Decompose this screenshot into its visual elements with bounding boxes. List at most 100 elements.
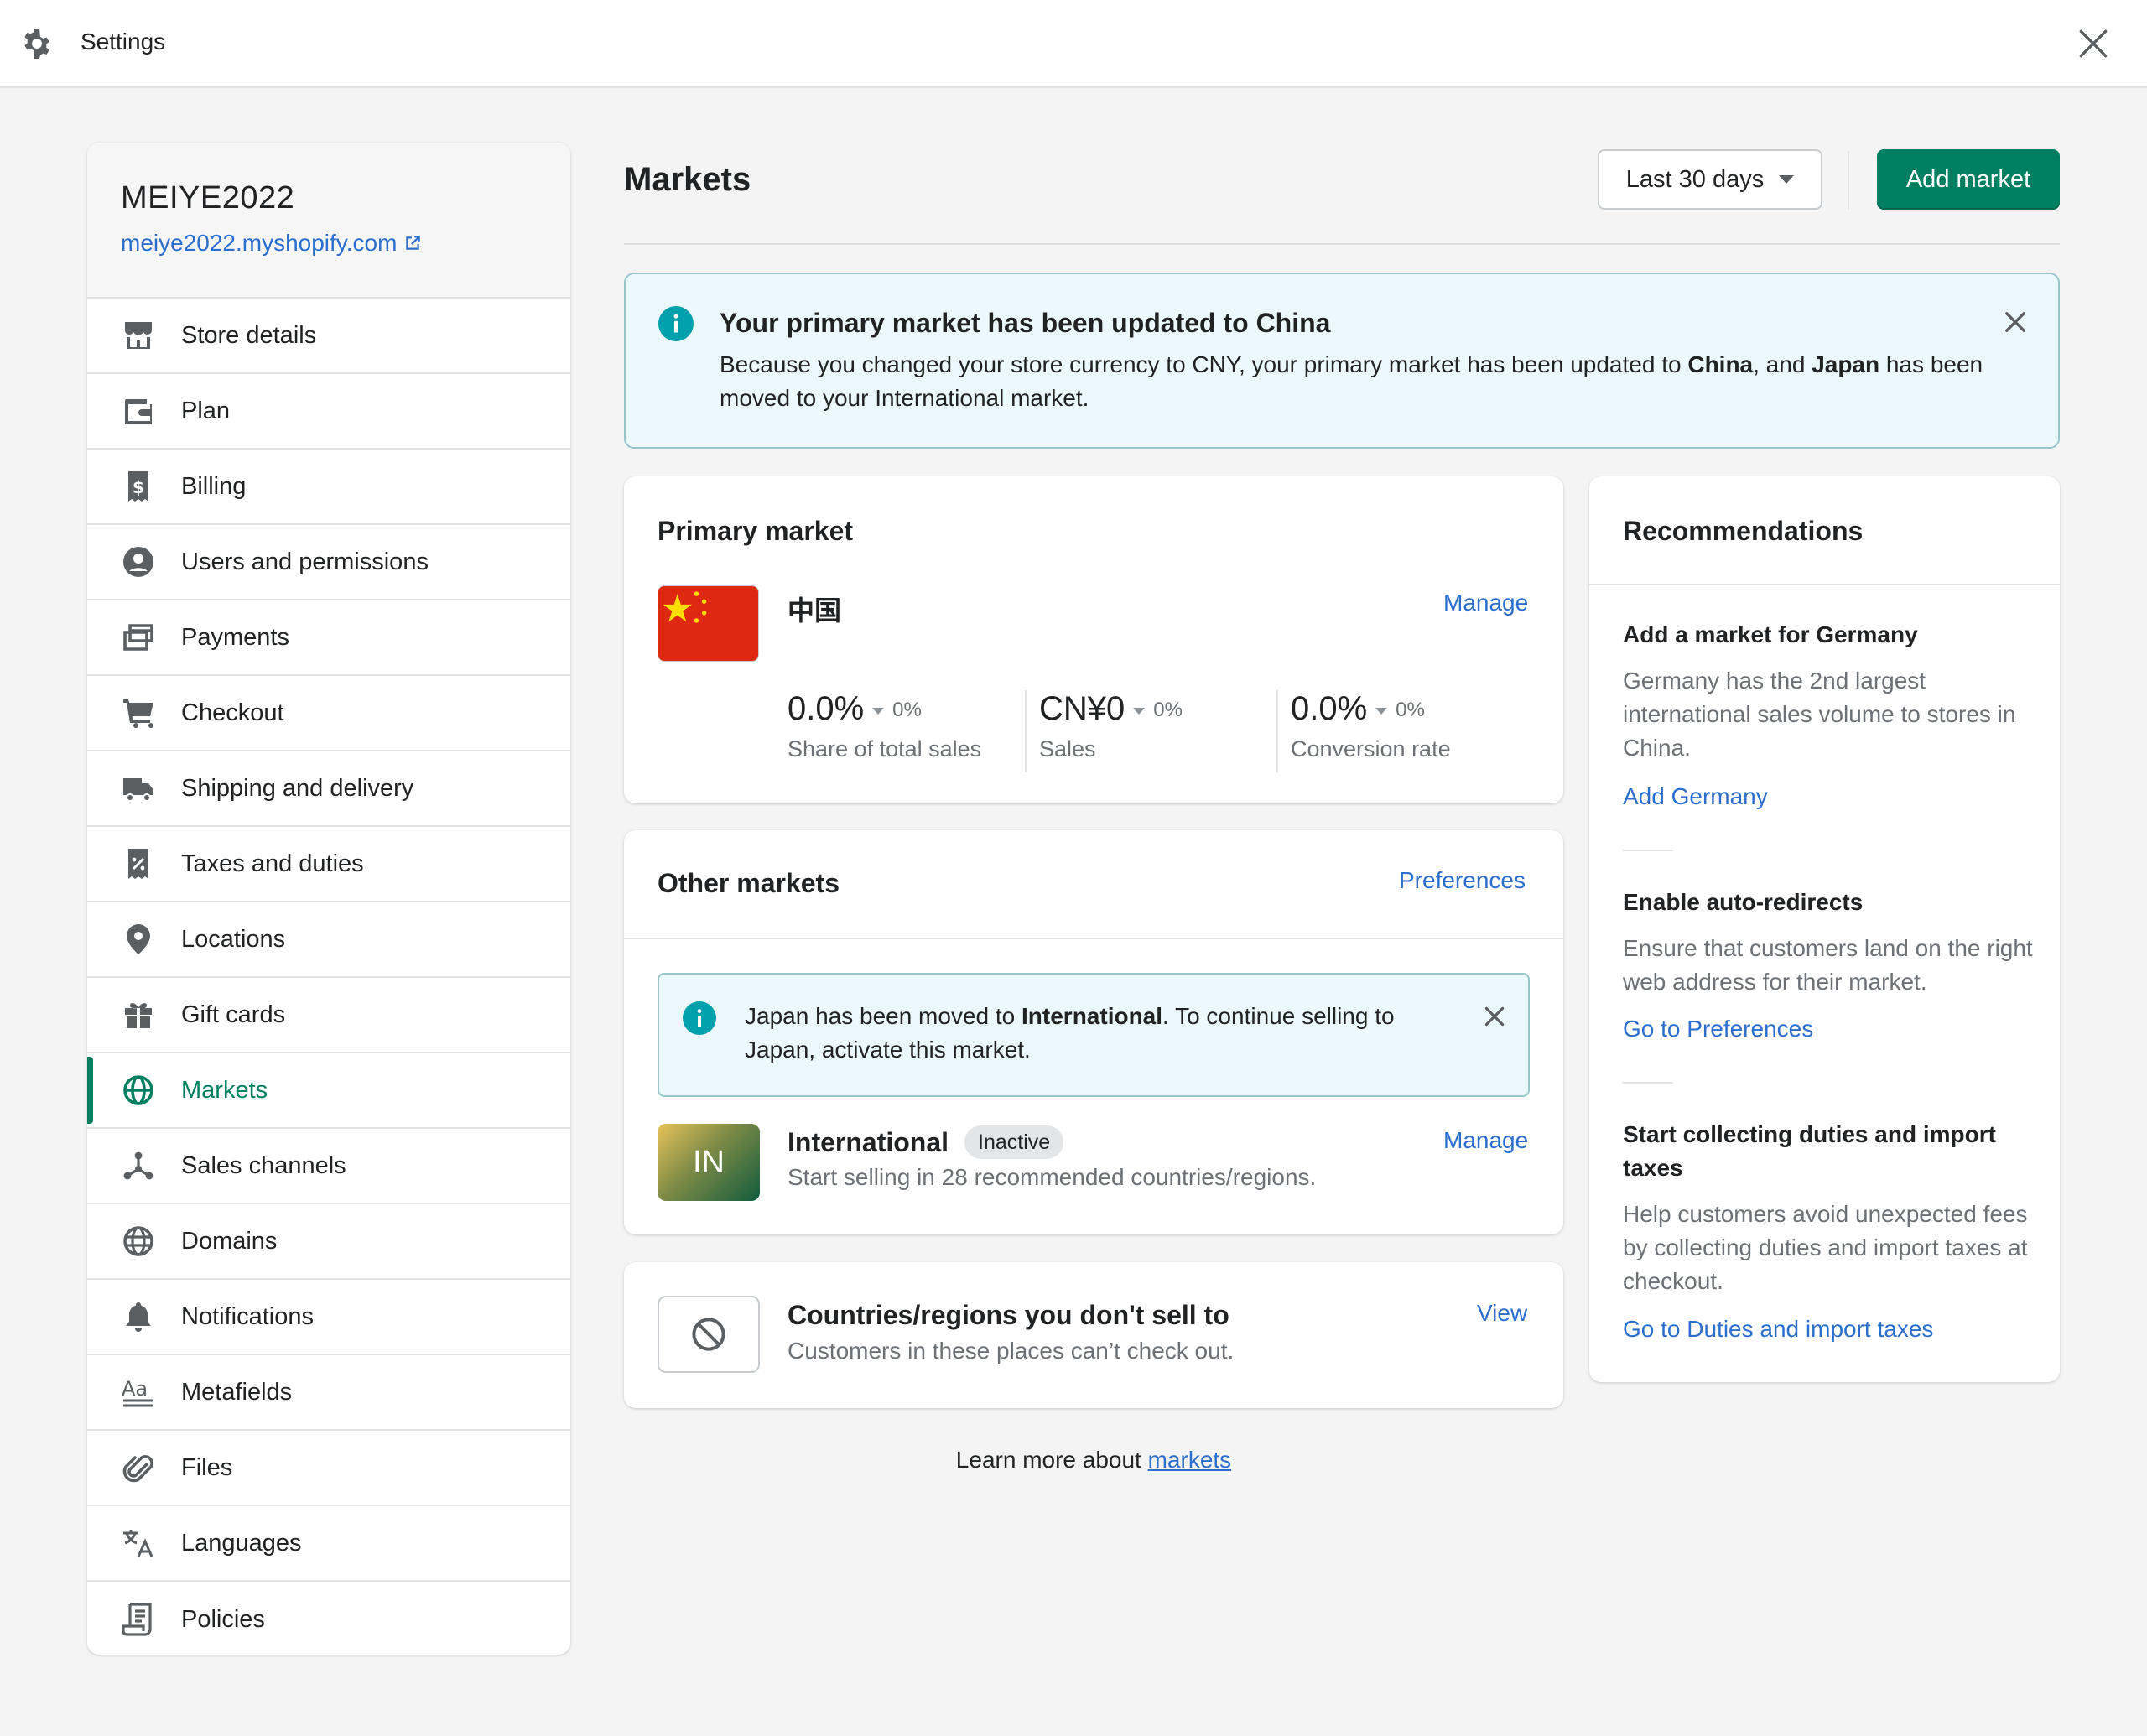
- metric-change: 0%: [1375, 699, 1425, 722]
- sidebar-item-shipping[interactable]: Shipping and delivery: [87, 751, 570, 827]
- primary-market-name: 中国: [788, 595, 842, 626]
- sidebar-item-users[interactable]: Users and permissions: [87, 525, 570, 600]
- manage-international-link[interactable]: Manage: [1443, 1127, 1528, 1154]
- sidebar-item-checkout[interactable]: Checkout: [87, 676, 570, 751]
- settings-sidebar: MEIYE2022 meiye2022.myshopify.com Store …: [87, 143, 570, 1655]
- trend-down-icon: [872, 707, 885, 715]
- external-link-icon: [406, 236, 421, 250]
- metric-change-value: 0%: [1153, 699, 1183, 721]
- sidebar-item-label: Files: [181, 1453, 233, 1481]
- preferences-link[interactable]: Preferences: [1399, 867, 1526, 894]
- trend-down-icon: [1133, 707, 1146, 715]
- channels-icon: [123, 1151, 153, 1180]
- cart-icon: [123, 699, 153, 729]
- receipt-dollar-icon: $: [128, 471, 148, 502]
- caret-down-icon: [1779, 175, 1795, 184]
- globe-icon: [123, 1075, 153, 1105]
- wallet-icon: [125, 399, 152, 424]
- store-icon: [124, 322, 153, 349]
- sidebar-item-label: Locations: [181, 925, 286, 953]
- international-market-name: International: [788, 1127, 949, 1157]
- close-icon[interactable]: [2076, 26, 2111, 61]
- sidebar-item-languages[interactable]: Languages: [87, 1506, 570, 1582]
- sidebar-item-label: Payments: [181, 623, 289, 651]
- go-to-preferences-link[interactable]: Go to Preferences: [1623, 1016, 1813, 1042]
- gift-icon: [125, 1003, 152, 1028]
- sidebar-item-sales-channels[interactable]: Sales channels: [87, 1129, 570, 1204]
- sidebar-item-store-details[interactable]: Store details: [87, 299, 570, 374]
- primary-market-card: Primary market 中国 Manage 0.0% 0% Share of…: [624, 476, 1563, 803]
- sidebar-item-markets[interactable]: Markets: [87, 1053, 570, 1129]
- metric-caption: Share of total sales: [788, 736, 982, 761]
- sidebar-item-locations[interactable]: Locations: [87, 902, 570, 978]
- sidebar-item-label: Notifications: [181, 1302, 314, 1330]
- metric-change-value: 0%: [892, 699, 922, 721]
- user-circle-icon: [123, 547, 153, 577]
- document-icon: [122, 1603, 152, 1636]
- go-to-duties-link[interactable]: Go to Duties and import taxes: [1623, 1316, 1933, 1343]
- sidebar-item-label: Checkout: [181, 699, 284, 726]
- divider: [624, 938, 1563, 939]
- store-header: MEIYE2022 meiye2022.myshopify.com: [87, 143, 570, 299]
- notice-text: Japan has been moved to International. T…: [745, 1000, 1458, 1067]
- date-range-select[interactable]: Last 30 days: [1598, 149, 1822, 210]
- date-range-label: Last 30 days: [1625, 165, 1765, 193]
- countries-not-sold-card: Countries/regions you don't sell to Cust…: [624, 1262, 1563, 1408]
- sidebar-item-notifications[interactable]: Notifications: [87, 1280, 570, 1355]
- manage-primary-market-link[interactable]: Manage: [1443, 590, 1528, 616]
- sidebar-item-label: Metafields: [181, 1378, 293, 1406]
- rec-title: Add a market for Germany: [1623, 621, 1918, 647]
- store-url-text[interactable]: meiye2022.myshopify.com: [121, 230, 397, 257]
- learn-more-prefix: Learn more about: [955, 1447, 1148, 1473]
- sidebar-item-label: Users and permissions: [181, 548, 429, 575]
- add-germany-link[interactable]: Add Germany: [1623, 783, 1768, 810]
- sidebar-item-billing[interactable]: $ Billing: [87, 450, 570, 525]
- close-icon[interactable]: [1481, 1003, 1508, 1030]
- bell-icon: [126, 1302, 151, 1332]
- sidebar-item-files[interactable]: Files: [87, 1431, 570, 1506]
- rec-text: Ensure that customers land on the right …: [1623, 935, 2033, 995]
- recommendations-card: Recommendations Add a market for Germany…: [1589, 476, 2060, 1382]
- sidebar-item-policies[interactable]: Policies: [87, 1582, 570, 1655]
- store-name: MEIYE2022: [121, 180, 295, 216]
- international-market-subtitle: Start selling in 28 recommended countrie…: [788, 1164, 1317, 1190]
- sidebar-item-label: Billing: [181, 472, 247, 500]
- card-heading: Other markets: [658, 868, 840, 898]
- svg-text:$: $: [133, 477, 144, 497]
- rec-title: Start collecting duties and import taxes: [1623, 1121, 1996, 1181]
- sidebar-item-plan[interactable]: Plan: [87, 374, 570, 450]
- close-icon[interactable]: [2001, 308, 2030, 336]
- sidebar-item-taxes[interactable]: Taxes and duties: [87, 827, 570, 902]
- divider: [1623, 1082, 1673, 1084]
- sidebar-item-payments[interactable]: Payments: [87, 600, 570, 676]
- metric-share: 0.0% 0% Share of total sales: [788, 690, 981, 762]
- sidebar-item-domains[interactable]: Domains: [87, 1204, 570, 1280]
- divider: [1025, 690, 1027, 772]
- rec-text: Germany has the 2nd largest internationa…: [1623, 668, 2016, 761]
- sidebar-item-label: Domains: [181, 1227, 278, 1255]
- gear-icon: [24, 29, 49, 59]
- sidebar-item-label: Markets: [181, 1076, 268, 1104]
- info-icon: [683, 1001, 716, 1035]
- metric-change: 0%: [1133, 699, 1183, 722]
- sidebar-item-metafields[interactable]: Aa Metafields: [87, 1355, 570, 1431]
- svg-text:Aa: Aa: [122, 1377, 148, 1401]
- store-url-link[interactable]: meiye2022.myshopify.com: [121, 230, 422, 257]
- card-heading: Recommendations: [1623, 516, 1864, 546]
- markets-help-link[interactable]: markets: [1148, 1447, 1232, 1473]
- international-market-tile: IN: [658, 1124, 760, 1201]
- add-market-button[interactable]: Add market: [1877, 149, 2060, 210]
- rec-text: Help customers avoid unexpected fees by …: [1623, 1201, 2028, 1294]
- domain-globe-icon: [123, 1226, 153, 1256]
- paperclip-icon: [122, 1455, 153, 1483]
- sidebar-item-gift-cards[interactable]: Gift cards: [87, 978, 570, 1053]
- sidebar-item-label: Taxes and duties: [181, 850, 364, 877]
- metafields-icon: Aa: [122, 1377, 153, 1407]
- notice-strong: International: [1022, 1003, 1163, 1029]
- location-pin-icon: [127, 924, 150, 954]
- view-countries-link[interactable]: View: [1477, 1300, 1527, 1327]
- other-markets-card: Other markets Preferences Japan has been…: [624, 830, 1563, 1234]
- notice-text-part: Japan has been moved to: [745, 1003, 1022, 1029]
- divider: [1589, 584, 2060, 585]
- receipt-percent-icon: [128, 849, 148, 879]
